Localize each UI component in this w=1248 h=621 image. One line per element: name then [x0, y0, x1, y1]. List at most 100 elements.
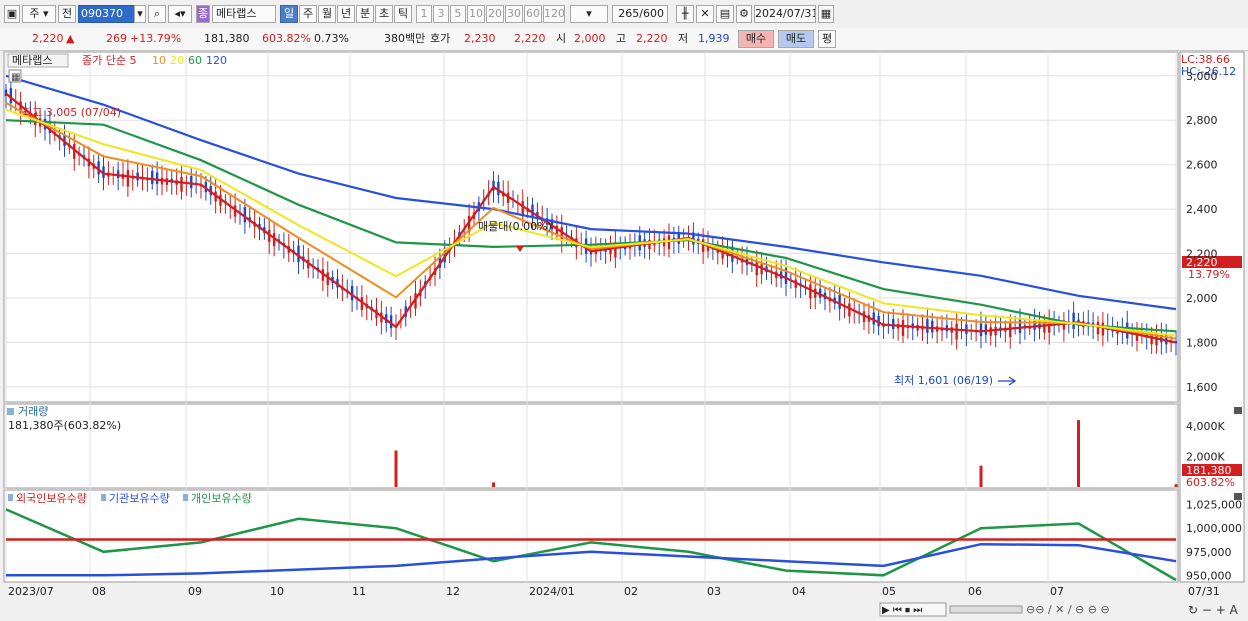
- eval-button[interactable]: 평: [818, 30, 836, 48]
- x-axis-label: 10: [270, 585, 284, 598]
- interval-button-60[interactable]: 60: [524, 5, 542, 23]
- holdings-legend-item-1: 기관보유수량: [109, 492, 170, 505]
- candle-body: [892, 319, 895, 330]
- holdings-legend: 외국인보유수량 기관보유수량 개인보유수량: [8, 492, 252, 505]
- x-axis-label: 08: [92, 585, 106, 598]
- volume-summary: 181,380주(603.82%): [8, 419, 121, 432]
- current-price: 2,220: [32, 32, 64, 45]
- stock-name-field[interactable]: 메타랩스: [212, 5, 276, 23]
- price-y-tick: 1,600: [1186, 381, 1218, 394]
- gear-icon[interactable]: ⚙: [736, 5, 752, 23]
- ma-legend-item-0: 종가 단순 5: [82, 54, 136, 67]
- last-percent-tag: 13.79%: [1188, 268, 1230, 281]
- period-button-5[interactable]: 초: [375, 5, 393, 23]
- volume-y-tick: 2,000K: [1186, 451, 1225, 464]
- price-y-tick: 2,400: [1186, 203, 1218, 216]
- custom-interval-select[interactable]: ▾: [570, 5, 608, 23]
- candle-body: [984, 324, 988, 335]
- calendar-icon[interactable]: ▦: [818, 5, 834, 23]
- ask-price: 2,230: [464, 32, 496, 45]
- speaker-icon[interactable]: ◂▾: [168, 5, 192, 23]
- interval-button-5[interactable]: 5: [450, 5, 466, 23]
- change-value: 269: [106, 32, 127, 45]
- price-y-tick: 2,600: [1186, 159, 1218, 172]
- period-label: 주: [29, 7, 40, 20]
- candle-body: [190, 175, 193, 189]
- x-axis-label: 07: [1050, 585, 1064, 598]
- horizontal-scrollbar[interactable]: [949, 605, 1023, 614]
- x-axis-label: 07/31: [1188, 585, 1220, 598]
- candle-body: [1096, 321, 1100, 335]
- count-total: /600: [639, 7, 664, 20]
- candle-body: [1009, 323, 1012, 338]
- quote-bar: 2,220 ▲ 269 +13.79% 181,380 603.82% 0.73…: [0, 28, 1248, 51]
- sell-button[interactable]: 매도: [778, 30, 814, 48]
- crosshair-icon[interactable]: ✕: [696, 5, 714, 23]
- trade-amount: 380백만: [384, 32, 426, 45]
- candle-body: [1072, 312, 1075, 329]
- open-price: 2,000: [574, 32, 606, 45]
- bid-label: 호가: [430, 32, 451, 45]
- period-button-6[interactable]: 틱: [394, 5, 412, 23]
- interval-button-20[interactable]: 20: [486, 5, 504, 23]
- candle-body: [901, 320, 905, 336]
- ma-legend-item-2: 20: [170, 54, 184, 67]
- x-axis: 2023/07 08 09 10 11 12 2024/01 02 03 04 05 06 07 07/3…: [4, 583, 1244, 598]
- price-y-tick: 2,200: [1186, 248, 1218, 261]
- prev-button[interactable]: 전: [58, 5, 76, 23]
- period-button-0[interactable]: 일: [280, 5, 298, 23]
- volume-panel: [3, 403, 1179, 489]
- volume-panel-close-icon[interactable]: [1234, 407, 1242, 414]
- table-icon-glyph: ▦: [11, 72, 20, 83]
- period-button-4[interactable]: 분: [356, 5, 374, 23]
- open-label: 시: [556, 32, 567, 45]
- period-button-2[interactable]: 월: [318, 5, 336, 23]
- candle-body: [979, 323, 983, 337]
- candle-body: [151, 170, 154, 185]
- interval-button-120[interactable]: 120: [543, 5, 565, 23]
- ma-legend-item-4: 120: [206, 54, 227, 67]
- candle-body: [965, 324, 968, 334]
- holdings-legend-icon: [101, 494, 106, 501]
- period-button-3[interactable]: 년: [337, 5, 355, 23]
- interval-button-3[interactable]: 3: [433, 5, 449, 23]
- code-dropdown-icon[interactable]: ▾: [134, 5, 146, 23]
- stock-chart[interactable]: 4,000K 2,000K 1,025,000 1,000,000 975,000 95…: [0, 51, 1248, 621]
- window-icon[interactable]: ▣: [4, 5, 20, 23]
- bid-price: 2,220: [514, 32, 546, 45]
- search-icon[interactable]: ⌕: [148, 5, 166, 23]
- interval-button-1[interactable]: 1: [416, 5, 432, 23]
- interval-button-30[interactable]: 30: [505, 5, 523, 23]
- period-select[interactable]: 주 ▾: [22, 5, 56, 23]
- candle-body: [297, 245, 300, 262]
- volume-ratio: 603.82%: [262, 32, 311, 45]
- x-axis-label: 2023/07: [8, 585, 54, 598]
- candle-body: [926, 319, 929, 333]
- volume-y-tick: 4,000K: [1186, 420, 1225, 433]
- interval-button-10[interactable]: 10: [467, 5, 485, 23]
- drawing-tools-icons[interactable]: ⊖⊖ ∕ ✕ ∕ ⊖ ⊖ ⊖: [1026, 603, 1110, 616]
- holdings-panel-close-icon[interactable]: [1234, 493, 1242, 500]
- holdings-legend-icon: [8, 494, 13, 501]
- x-axis-label: 2024/01: [529, 585, 575, 598]
- low-label: 저: [678, 32, 689, 45]
- supply-annotation: 매물대(0.00%): [478, 220, 552, 233]
- scroll-arrows-icon[interactable]: ▶ ⏮ ⏹ ⏭: [882, 605, 922, 616]
- holdings-y-tick: 1,025,000: [1186, 499, 1242, 512]
- save-icon[interactable]: ▤: [716, 5, 734, 23]
- zoom-controls-icon[interactable]: ↻ − + A: [1188, 603, 1239, 617]
- price-y-tick: 1,800: [1186, 336, 1218, 349]
- candle-body: [955, 323, 958, 340]
- price-y-tick: 3,000: [1186, 70, 1218, 83]
- period-button-1[interactable]: 주: [299, 5, 317, 23]
- date-field[interactable]: 2024/07/31: [754, 5, 816, 23]
- candle-body: [180, 176, 183, 192]
- volume-bar: [1077, 420, 1080, 487]
- count-field[interactable]: 265/600: [612, 5, 668, 23]
- candle-icon[interactable]: ╫: [676, 5, 694, 23]
- ma-legend-item-3: 60: [188, 54, 202, 67]
- holdings-panel: [3, 489, 1179, 583]
- x-axis-label: 05: [882, 585, 896, 598]
- x-axis-label: 09: [188, 585, 202, 598]
- buy-button[interactable]: 매수: [738, 30, 774, 48]
